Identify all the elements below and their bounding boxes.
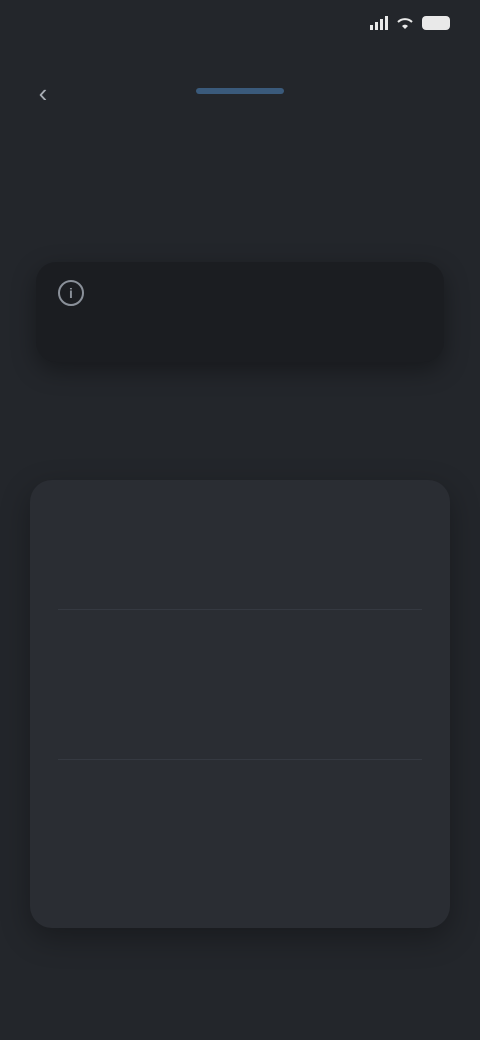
brand-underline: [196, 88, 284, 94]
back-button[interactable]: ‹: [26, 76, 60, 110]
options-panel: [30, 480, 450, 928]
top-nav: ‹: [0, 56, 480, 136]
app-screen: ‹ i: [0, 0, 480, 1040]
info-icon: i: [58, 280, 84, 306]
brand-tab[interactable]: [150, 68, 330, 128]
option-item-1[interactable]: [30, 480, 450, 610]
status-bar: [0, 0, 480, 56]
option-item-2[interactable]: [30, 630, 450, 760]
signal-icon: [370, 16, 388, 30]
status-left: [28, 14, 138, 44]
divider: [58, 759, 422, 760]
info-card: i: [36, 262, 444, 362]
wifi-icon: [397, 18, 413, 29]
battery-icon: [422, 16, 450, 30]
status-icons: [370, 16, 450, 30]
divider: [58, 609, 422, 610]
option-item-3[interactable]: [30, 780, 450, 910]
chevron-left-icon: ‹: [38, 77, 48, 108]
